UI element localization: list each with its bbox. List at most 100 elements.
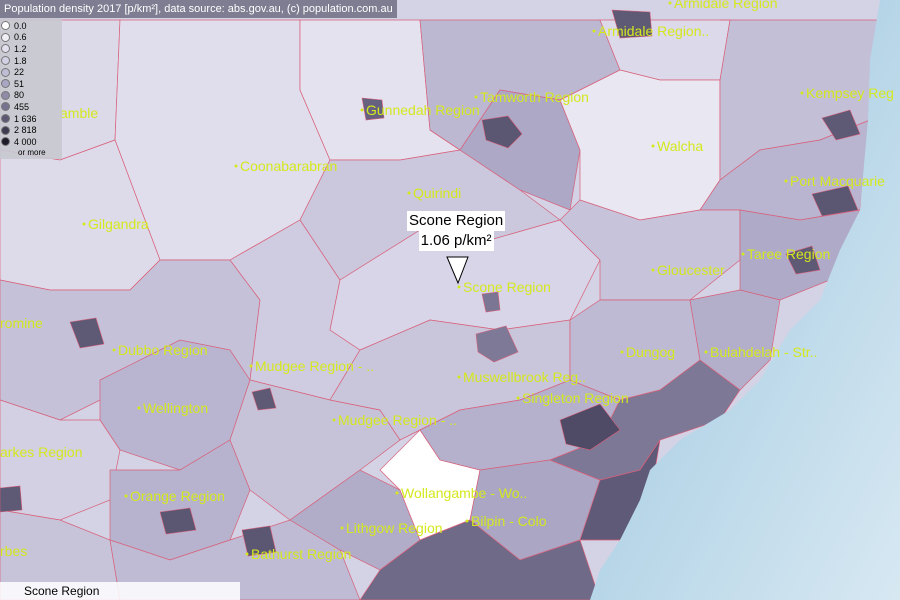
svg-text:Muswellbrook Reg..: Muswellbrook Reg.. bbox=[463, 369, 586, 385]
legend-label: 0.6 bbox=[14, 32, 27, 43]
legend-label: 1 636 bbox=[14, 113, 37, 124]
label-taree[interactable]: Taree Region bbox=[741, 246, 831, 262]
label-kempsey[interactable]: Kempsey Reg bbox=[800, 85, 894, 101]
label-lithgow[interactable]: Lithgow Region bbox=[340, 520, 443, 536]
svg-text:Mudgee Region - ..: Mudgee Region - .. bbox=[338, 412, 457, 428]
label-armidale-2[interactable]: Armidale Region.. bbox=[592, 23, 710, 39]
legend-swatch bbox=[1, 125, 10, 135]
svg-text:Bulahdelah - Str..: Bulahdelah - Str.. bbox=[710, 344, 817, 360]
label-muswellbrook[interactable]: Muswellbrook Reg.. bbox=[457, 369, 586, 385]
label-port-macquarie[interactable]: Port Macquarie bbox=[784, 173, 886, 189]
label-walcha[interactable]: Walcha bbox=[651, 138, 704, 154]
label-mudgee-1[interactable]: Mudgee Region - .. bbox=[249, 358, 375, 374]
population-density-map[interactable]: Armidale Region Armidale Region.. Gunned… bbox=[0, 0, 900, 600]
svg-text:Kempsey Reg: Kempsey Reg bbox=[806, 85, 894, 101]
label-dubbo[interactable]: Dubbo Region bbox=[112, 342, 208, 358]
legend-swatch bbox=[1, 102, 10, 112]
legend-swatch bbox=[1, 56, 10, 66]
legend-row: 22 bbox=[0, 66, 62, 78]
legend-label: 1.2 bbox=[14, 43, 27, 54]
legend-swatch bbox=[1, 32, 10, 42]
svg-text:Mudgee Region - ..: Mudgee Region - .. bbox=[255, 358, 374, 374]
legend-label: 22 bbox=[14, 67, 25, 78]
legend-row: 1.2 bbox=[0, 43, 62, 55]
legend-row: 455 bbox=[0, 101, 62, 113]
svg-text:Gunnedah Region: Gunnedah Region bbox=[366, 102, 480, 118]
label-gilgandra[interactable]: Gilgandra bbox=[82, 216, 149, 232]
svg-text:Singleton Region: Singleton Region bbox=[522, 390, 629, 406]
svg-text:Coonabarabran: Coonabarabran bbox=[240, 158, 337, 174]
legend-row: 4 000 bbox=[0, 136, 62, 148]
svg-text:Bathurst Region: Bathurst Region bbox=[251, 546, 351, 562]
label-gloucester[interactable]: Gloucester bbox=[651, 262, 726, 278]
legend-row: 2 818 bbox=[0, 124, 62, 136]
legend-swatch bbox=[1, 44, 10, 54]
legend-label: 80 bbox=[14, 90, 25, 101]
selected-region-label: Scone Region bbox=[0, 582, 240, 600]
legend-swatch bbox=[1, 79, 10, 89]
legend-swatch bbox=[1, 90, 10, 100]
legend-more-label: or more bbox=[18, 147, 46, 157]
legend-row: 51 bbox=[0, 78, 62, 90]
svg-text:amble: amble bbox=[60, 105, 98, 121]
svg-text:arkes Region: arkes Region bbox=[0, 444, 83, 460]
label-wellington[interactable]: Wellington bbox=[137, 400, 209, 416]
svg-text:Bilpin - Colo: Bilpin - Colo bbox=[471, 513, 547, 529]
legend-label: 4 000 bbox=[14, 136, 37, 147]
svg-text:rbes: rbes bbox=[0, 543, 27, 559]
label-scone[interactable]: Scone Region bbox=[457, 279, 551, 295]
label-forbes[interactable]: rbes bbox=[0, 543, 27, 559]
label-bulahdelah[interactable]: Bulahdelah - Str.. bbox=[704, 344, 818, 360]
label-quirindi[interactable]: Quirindi bbox=[407, 185, 462, 201]
label-romine[interactable]: romine bbox=[0, 315, 43, 331]
town-orange[interactable] bbox=[159, 507, 197, 535]
label-tamworth[interactable]: Tamworth Region bbox=[474, 89, 589, 105]
svg-text:Dungog: Dungog bbox=[626, 344, 675, 360]
label-bilpin[interactable]: Bilpin - Colo bbox=[465, 513, 547, 529]
label-mudgee-2[interactable]: Mudgee Region - .. bbox=[332, 412, 458, 428]
label-orange[interactable]: Orange Region bbox=[124, 488, 225, 504]
tooltip-density-value: 1.06 p/km² bbox=[418, 231, 494, 251]
tooltip-region-name: Scone Region bbox=[407, 211, 506, 231]
legend-label: 455 bbox=[14, 101, 30, 112]
svg-text:Wellington: Wellington bbox=[143, 400, 208, 416]
svg-text:Tamworth Region: Tamworth Region bbox=[480, 89, 589, 105]
label-singleton[interactable]: Singleton Region bbox=[516, 390, 629, 406]
legend-label: 1.8 bbox=[14, 55, 27, 66]
town-parkes-west[interactable] bbox=[0, 485, 23, 513]
label-bathurst[interactable]: Bathurst Region bbox=[245, 546, 352, 562]
label-wollangambe[interactable]: Wollangambe - Wo.. bbox=[395, 485, 528, 501]
region-tooltip: Scone Region 1.06 p/km² bbox=[407, 211, 506, 251]
legend-row: 1 636 bbox=[0, 113, 62, 125]
svg-text:Gloucester: Gloucester bbox=[657, 262, 725, 278]
legend-swatch bbox=[1, 137, 10, 147]
svg-text:Orange Region: Orange Region bbox=[130, 488, 225, 504]
legend-label: 51 bbox=[14, 78, 25, 89]
svg-text:Scone Region: Scone Region bbox=[463, 279, 551, 295]
svg-text:Armidale Region: Armidale Region bbox=[674, 0, 778, 11]
label-parkes[interactable]: arkes Region bbox=[0, 444, 83, 460]
svg-text:Lithgow Region: Lithgow Region bbox=[346, 520, 443, 536]
label-gunnedah[interactable]: Gunnedah Region bbox=[360, 102, 480, 118]
svg-text:Armidale Region..: Armidale Region.. bbox=[598, 23, 709, 39]
legend-row: 0.0 bbox=[0, 20, 62, 32]
legend-row: 0.6 bbox=[0, 32, 62, 44]
attribution-bar: Population density 2017 [p/km²], data so… bbox=[0, 0, 397, 18]
legend-row: 1.8 bbox=[0, 55, 62, 67]
legend-label: 0.0 bbox=[14, 20, 27, 31]
label-dungog[interactable]: Dungog bbox=[620, 344, 676, 360]
svg-text:Gilgandra: Gilgandra bbox=[88, 216, 149, 232]
legend-row: 80 bbox=[0, 90, 62, 102]
label-armidale-1[interactable]: Armidale Region bbox=[668, 0, 778, 11]
svg-text:romine: romine bbox=[0, 315, 43, 331]
svg-text:Walcha: Walcha bbox=[657, 138, 703, 154]
svg-text:Dubbo Region: Dubbo Region bbox=[118, 342, 208, 358]
svg-text:Taree Region: Taree Region bbox=[747, 246, 830, 262]
legend-swatch bbox=[1, 21, 10, 31]
legend-swatch bbox=[1, 114, 10, 124]
svg-text:Wollangambe - Wo..: Wollangambe - Wo.. bbox=[401, 485, 527, 501]
label-coonabarabran[interactable]: Coonabarabran bbox=[234, 158, 338, 174]
legend-swatch bbox=[1, 67, 10, 77]
svg-text:Port Macquarie: Port Macquarie bbox=[790, 173, 885, 189]
label-amble[interactable]: amble bbox=[60, 105, 98, 121]
